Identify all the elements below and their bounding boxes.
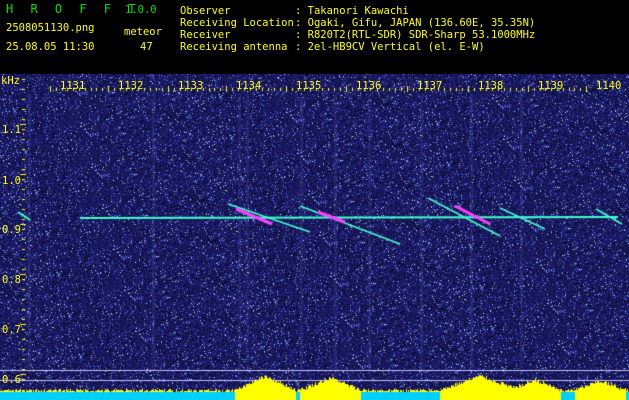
file-name: 2508051130.png <box>6 22 95 34</box>
location-value: : Ogaki, Gifu, JAPAN (136.60E, 35.35N) <box>295 17 536 29</box>
x-tick-1139: 1139 <box>538 80 564 92</box>
y-tick-0-8: 0.8 <box>2 274 21 286</box>
x-tick-1131: 1131 <box>60 80 86 92</box>
meteor-label: meteor <box>124 26 162 38</box>
app-version: 1.0.0 <box>125 4 157 16</box>
x-tick-1137: 1137 <box>417 80 443 92</box>
observer-value: : Takanori Kawachi <box>295 5 409 17</box>
receiver-label: Receiver <box>180 29 231 41</box>
x-tick-1135: 1135 <box>296 80 322 92</box>
x-tick-1132: 1132 <box>118 80 144 92</box>
y-tick-0-9: 0.9 <box>2 224 21 236</box>
x-tick-1140: 1140 <box>596 80 622 92</box>
header-panel: H R O F F T 1.0.0 2508051130.png 25.08.0… <box>0 0 629 74</box>
antenna-value: : 2el-HB9CV Vertical (el. E-W) <box>295 41 485 53</box>
x-tick-1134: 1134 <box>236 80 262 92</box>
spectrogram-canvas <box>0 74 629 400</box>
y-tick-0-7: 0.7 <box>2 324 21 336</box>
antenna-label: Receiving antenna <box>180 41 288 53</box>
observer-label: Observer <box>180 5 231 17</box>
y-tick-1-1: 1.1 <box>2 124 21 136</box>
y-tick-1-0: 1.0 <box>2 175 21 187</box>
x-tick-1138: 1138 <box>478 80 504 92</box>
x-tick-1136: 1136 <box>356 80 382 92</box>
meteor-count: 47 <box>140 41 153 53</box>
x-tick-1133: 1133 <box>178 80 204 92</box>
receiver-value: : R820T2(RTL-SDR) SDR-Sharp 53.1000MHz <box>295 29 536 41</box>
app-title: H R O F F T <box>6 2 141 16</box>
y-axis-unit: kHz <box>1 75 20 87</box>
y-tick-0-6: 0.6 <box>2 374 21 386</box>
date-time: 25.08.05 11:30 <box>6 41 95 53</box>
location-label: Receiving Location <box>180 17 294 29</box>
